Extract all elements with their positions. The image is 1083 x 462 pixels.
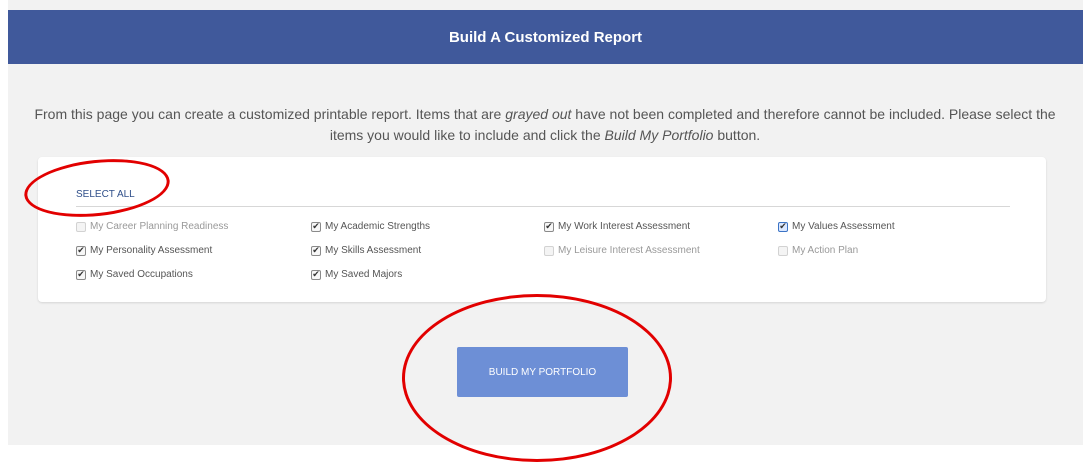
report-options-panel: SELECT ALL My Career Planning Readiness …: [38, 157, 1046, 302]
item-leisure-interest-assessment[interactable]: My Leisure Interest Assessment: [544, 245, 700, 256]
item-work-interest-assessment[interactable]: ✔ My Work Interest Assessment: [544, 221, 690, 232]
item-label: My Action Plan: [792, 245, 859, 256]
item-label: My Work Interest Assessment: [558, 221, 691, 232]
intro-button-reference: Build My Portfolio: [604, 127, 714, 143]
checkbox[interactable]: ✔: [76, 269, 86, 280]
item-academic-strengths[interactable]: ✔ My Academic Strengths: [311, 221, 430, 232]
checkbox[interactable]: ✔: [311, 269, 321, 280]
intro-grayed-out: grayed out: [505, 106, 572, 122]
checkbox[interactable]: ✔: [778, 221, 788, 232]
item-label: My Saved Majors: [325, 269, 403, 280]
page-header: Build A Customized Report: [8, 10, 1083, 64]
checkbox[interactable]: [76, 221, 86, 232]
item-label: My Values Assessment: [792, 221, 895, 232]
item-action-plan[interactable]: My Action Plan: [778, 245, 858, 256]
item-label: My Skills Assessment: [325, 245, 422, 256]
item-label: My Personality Assessment: [90, 245, 213, 256]
intro-part-1: From this page you can create a customiz…: [34, 106, 506, 122]
item-saved-majors[interactable]: ✔ My Saved Majors: [311, 269, 402, 280]
item-personality-assessment[interactable]: ✔ My Personality Assessment: [76, 245, 212, 256]
item-label: My Saved Occupations: [90, 269, 193, 280]
checkbox[interactable]: ✔: [311, 221, 321, 232]
divider: [76, 206, 1010, 207]
item-label: My Academic Strengths: [325, 221, 431, 232]
checkbox[interactable]: ✔: [311, 245, 321, 256]
page-title: Build A Customized Report: [448, 28, 643, 46]
item-skills-assessment[interactable]: ✔ My Skills Assessment: [311, 245, 421, 256]
intro-text: From this page you can create a customiz…: [30, 104, 1060, 146]
checkbox[interactable]: [544, 245, 554, 256]
intro-part-3: button.: [713, 127, 761, 143]
checkbox[interactable]: ✔: [544, 221, 554, 232]
checkbox[interactable]: ✔: [76, 245, 86, 256]
item-values-assessment[interactable]: ✔ My Values Assessment: [778, 221, 895, 232]
item-saved-occupations[interactable]: ✔ My Saved Occupations: [76, 269, 193, 280]
item-label: My Leisure Interest Assessment: [558, 245, 700, 256]
checkbox[interactable]: [778, 245, 788, 256]
item-label: My Career Planning Readiness: [90, 221, 229, 232]
annotation-circle-build-button: [402, 294, 672, 462]
item-career-planning-readiness[interactable]: My Career Planning Readiness: [76, 221, 228, 232]
